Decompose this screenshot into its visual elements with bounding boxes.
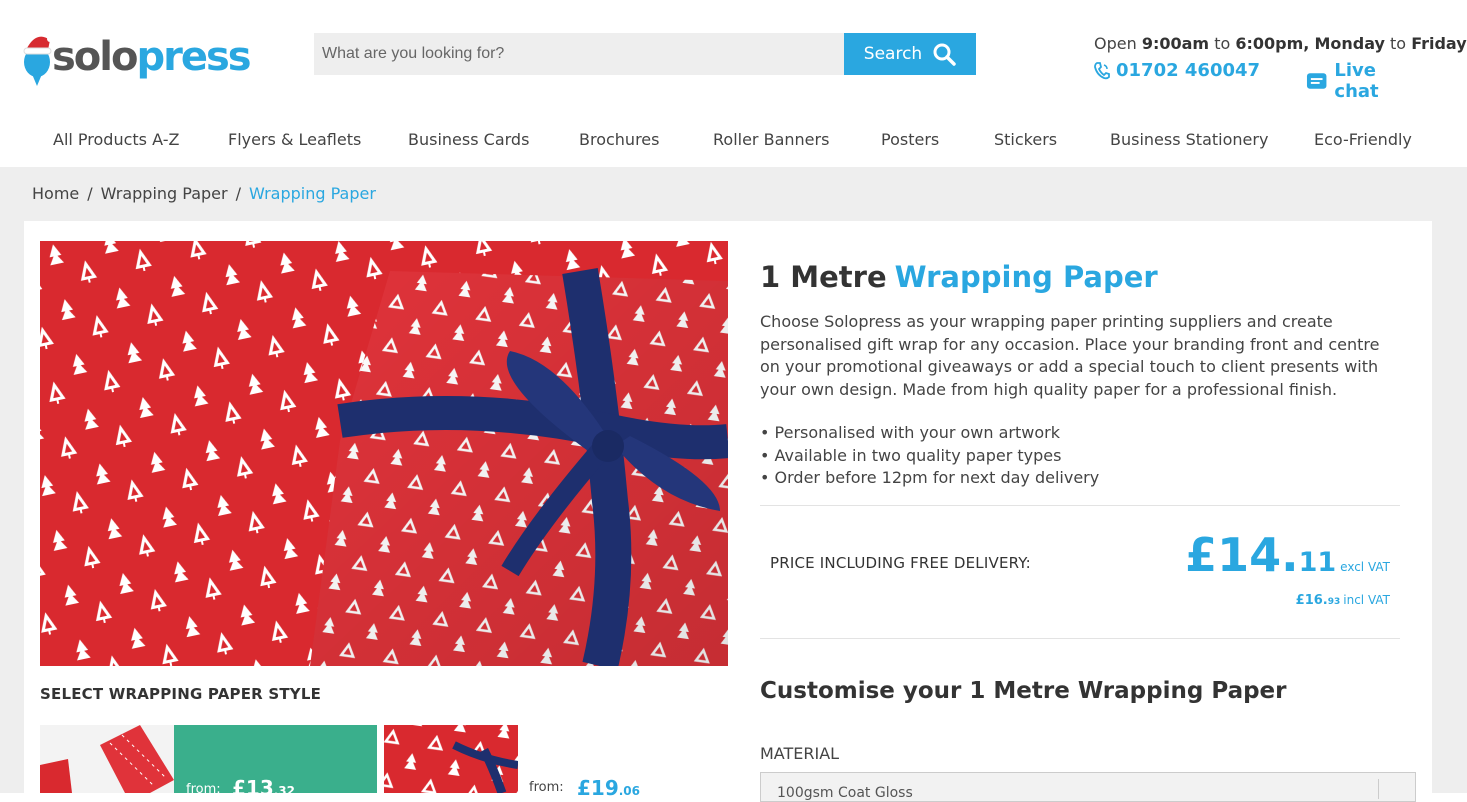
live-chat-link[interactable]: Live chat [1306, 60, 1424, 102]
style-option-1-thumbnail [40, 725, 174, 793]
select-divider [1378, 779, 1379, 799]
hours-to: to [1214, 34, 1231, 53]
nav-eco-friendly[interactable]: Eco-Friendly [1314, 130, 1412, 149]
style-option-1-from: from: [186, 782, 221, 793]
contact-bar: 01702 460047 Live chat [1094, 60, 1424, 102]
price-excl-vat: £14.11 excl VAT [1110, 528, 1390, 582]
phone-icon [1094, 61, 1110, 79]
style-option-2-price[interactable]: £19.06 [577, 776, 640, 800]
santa-hat-pin-icon [23, 36, 53, 86]
customise-title: Customise your 1 Metre Wrapping Paper [760, 678, 1287, 704]
style-option-2-price-dec: .06 [618, 784, 641, 798]
nav-flyers-leaflets[interactable]: Flyers & Leaflets [228, 130, 361, 149]
product-hero-image [40, 241, 728, 666]
breadcrumb-separator: / [87, 184, 93, 203]
product-title-prefix: 1 Metre [760, 260, 887, 294]
price-label: PRICE INCLUDING FREE DELIVERY: [770, 554, 1031, 572]
style-option-1-price-dec: .32 [273, 784, 296, 793]
search-button-label: Search [863, 44, 923, 64]
material-select[interactable]: 100gsm Coat Gloss [760, 772, 1416, 802]
style-option-2-thumbnail[interactable] [384, 725, 518, 793]
feature-item: • Order before 12pm for next day deliver… [760, 468, 1100, 487]
product-features: • Personalised with your own artwork • A… [760, 422, 1099, 490]
divider [760, 638, 1400, 639]
logo-press: press [136, 34, 251, 80]
price-main-vat-label: excl VAT [1340, 560, 1390, 574]
search-bar: Search [314, 33, 976, 75]
nav-posters[interactable]: Posters [881, 130, 939, 149]
nav-brochures[interactable]: Brochures [579, 130, 659, 149]
hours-open-time: 9:00am [1141, 34, 1210, 53]
product-title-suffix: Wrapping Paper [894, 260, 1158, 294]
price-main-whole: £14. [1185, 528, 1299, 582]
feature-item: • Available in two quality paper types [760, 445, 1062, 465]
divider [760, 505, 1400, 506]
price-incl-vat: £16.93 incl VAT [1190, 593, 1390, 608]
nav-stickers[interactable]: Stickers [994, 130, 1057, 149]
breadcrumb-current: Wrapping Paper [248, 184, 376, 203]
nav-business-cards[interactable]: Business Cards [408, 130, 529, 149]
site-header: solopress Search Open 9:00am to 6:00pm, … [0, 0, 1467, 112]
nav-roller-banners[interactable]: Roller Banners [713, 130, 829, 149]
hours-open-word: Open [1094, 34, 1137, 53]
hours-close-time: 6:00pm, [1235, 34, 1310, 53]
style-option-1-price-whole: £13 [232, 776, 274, 793]
price-main-dec: 11 [1298, 547, 1337, 578]
main-nav: All Products A-Z Flyers & Leaflets Busin… [0, 112, 1467, 167]
hours-day-end: Friday [1411, 34, 1467, 53]
breadcrumb-home[interactable]: Home [32, 184, 79, 203]
price-incl-vat-label: incl VAT [1343, 593, 1390, 607]
hours-to-2: to [1390, 34, 1407, 53]
breadcrumb: Home / Wrapping Paper / Wrapping Paper [32, 184, 376, 203]
material-label: MATERIAL [760, 744, 840, 763]
product-description: Choose Solopress as your wrapping paper … [760, 312, 1380, 399]
hours-day-start: Monday [1314, 34, 1385, 53]
price-incl-whole: £16. [1295, 593, 1328, 608]
product-title: 1 Metre Wrapping Paper [760, 260, 1158, 294]
feature-item: • Personalised with your own artwork [760, 423, 1060, 442]
style-option-1[interactable]: from: £13.32 [40, 725, 377, 793]
phone-number: 01702 460047 [1116, 60, 1261, 81]
live-chat-label: Live chat [1334, 60, 1379, 102]
wrapping-thumbnail-image [40, 725, 174, 793]
style-section-title: SELECT WRAPPING PAPER STYLE [40, 685, 322, 703]
breadcrumb-separator: / [235, 184, 241, 203]
style-option-1-price: £13.32 [232, 776, 295, 793]
search-input[interactable] [314, 33, 844, 75]
solopress-logo[interactable]: solopress [22, 30, 252, 88]
wrapping-paper-image [40, 241, 728, 666]
opening-hours: Open 9:00am to 6:00pm, Monday to Friday [1094, 34, 1467, 53]
phone-link[interactable]: 01702 460047 [1094, 60, 1260, 81]
search-button[interactable]: Search [844, 33, 976, 75]
nav-all-products[interactable]: All Products A-Z [53, 130, 179, 149]
wrapping-thumbnail-image [384, 725, 518, 793]
logo-solo: solo [52, 34, 138, 80]
search-icon [933, 43, 956, 66]
nav-business-stationery[interactable]: Business Stationery [1110, 130, 1268, 149]
breadcrumb-category[interactable]: Wrapping Paper [101, 184, 228, 203]
material-select-value: 100gsm Coat Gloss [777, 785, 913, 801]
price-incl-dec: 93 [1327, 597, 1341, 607]
chat-icon [1306, 73, 1327, 89]
style-option-2-price-whole: £19 [577, 776, 619, 800]
